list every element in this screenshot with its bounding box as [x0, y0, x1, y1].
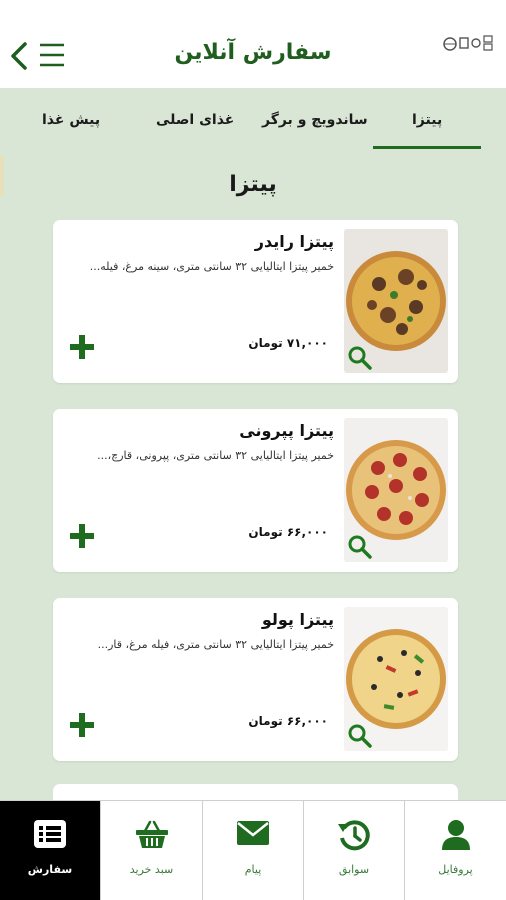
- nav-cart-label: سبد خرید: [129, 863, 174, 876]
- active-tab-indicator: [373, 146, 481, 149]
- nav-cart[interactable]: سبد خرید: [101, 801, 203, 900]
- item-description: خمیر پیتزا ایتالیایی ۳۲ سانتی متری، سینه…: [89, 260, 334, 273]
- pizza-pepperoni-image: [344, 418, 448, 562]
- zoom-icon[interactable]: [347, 723, 373, 749]
- user-icon: [441, 820, 470, 850]
- envelope-icon: [237, 821, 269, 845]
- nav-order-label: سفارش: [27, 863, 73, 876]
- menu-item-card[interactable]: پیتزا رایدر خمیر پیتزا ایتالیایی ۳۲ سانت…: [53, 220, 458, 383]
- item-name: پیتزا پپرونی: [239, 421, 334, 440]
- menu-item-card[interactable]: پیتزا پپرونی خمیر پیتزا ایتالیایی ۳۲ سان…: [53, 409, 458, 572]
- item-price: ۶۶,۰۰۰ تومان: [248, 525, 328, 539]
- tab-pizza[interactable]: پیتزا: [412, 112, 442, 128]
- add-to-cart-button[interactable]: [69, 523, 95, 549]
- add-to-cart-button[interactable]: [69, 712, 95, 738]
- tab-sandwich-burger[interactable]: ساندویچ و برگر: [262, 112, 368, 128]
- brand-logo: [443, 35, 493, 51]
- bottom-navigation: سفارش سبد خرید پیام سوابق پروفایل: [0, 800, 506, 900]
- zoom-icon[interactable]: [347, 345, 373, 371]
- history-icon: [338, 820, 370, 851]
- tab-main-course[interactable]: غذای اصلی: [156, 112, 234, 128]
- nav-messages[interactable]: پیام: [203, 801, 304, 900]
- tab-appetizer[interactable]: پیش غذا: [42, 112, 100, 128]
- item-price: ۶۶,۰۰۰ تومان: [248, 714, 328, 728]
- item-price: ۷۱,۰۰۰ تومان: [248, 336, 328, 350]
- item-name: پیتزا پولو: [261, 610, 334, 629]
- nav-order[interactable]: سفارش: [0, 801, 101, 900]
- add-to-cart-button[interactable]: [69, 334, 95, 360]
- page-title: سفارش آنلاین: [174, 40, 332, 65]
- section-title: پیتزا: [229, 172, 277, 197]
- pizza-pollo-image: [344, 607, 448, 751]
- list-icon: [34, 820, 66, 848]
- item-name: پیتزا رایدر: [254, 232, 334, 251]
- category-tabs: پیتزا ساندویچ و برگر غذای اصلی پیش غذا: [0, 88, 506, 150]
- nav-profile-label: پروفایل: [438, 863, 473, 876]
- pizza-rider-image: [344, 229, 448, 373]
- app-header: سفارش آنلاین: [0, 0, 506, 88]
- nav-history[interactable]: سوابق: [304, 801, 405, 900]
- zoom-icon[interactable]: [347, 534, 373, 560]
- nav-messages-label: پیام: [244, 863, 262, 876]
- nav-profile[interactable]: پروفایل: [405, 801, 506, 900]
- basket-icon: [135, 820, 168, 848]
- item-description: خمیر پیتزا ایتالیایی ۳۲ سانتی متری، فیله…: [97, 638, 334, 651]
- nav-history-label: سوابق: [338, 863, 370, 876]
- item-description: خمیر پیتزا ایتالیایی ۳۲ سانتی متری، پپرو…: [97, 449, 334, 462]
- menu-item-card[interactable]: پیتزا پولو خمیر پیتزا ایتالیایی ۳۲ سانتی…: [53, 598, 458, 761]
